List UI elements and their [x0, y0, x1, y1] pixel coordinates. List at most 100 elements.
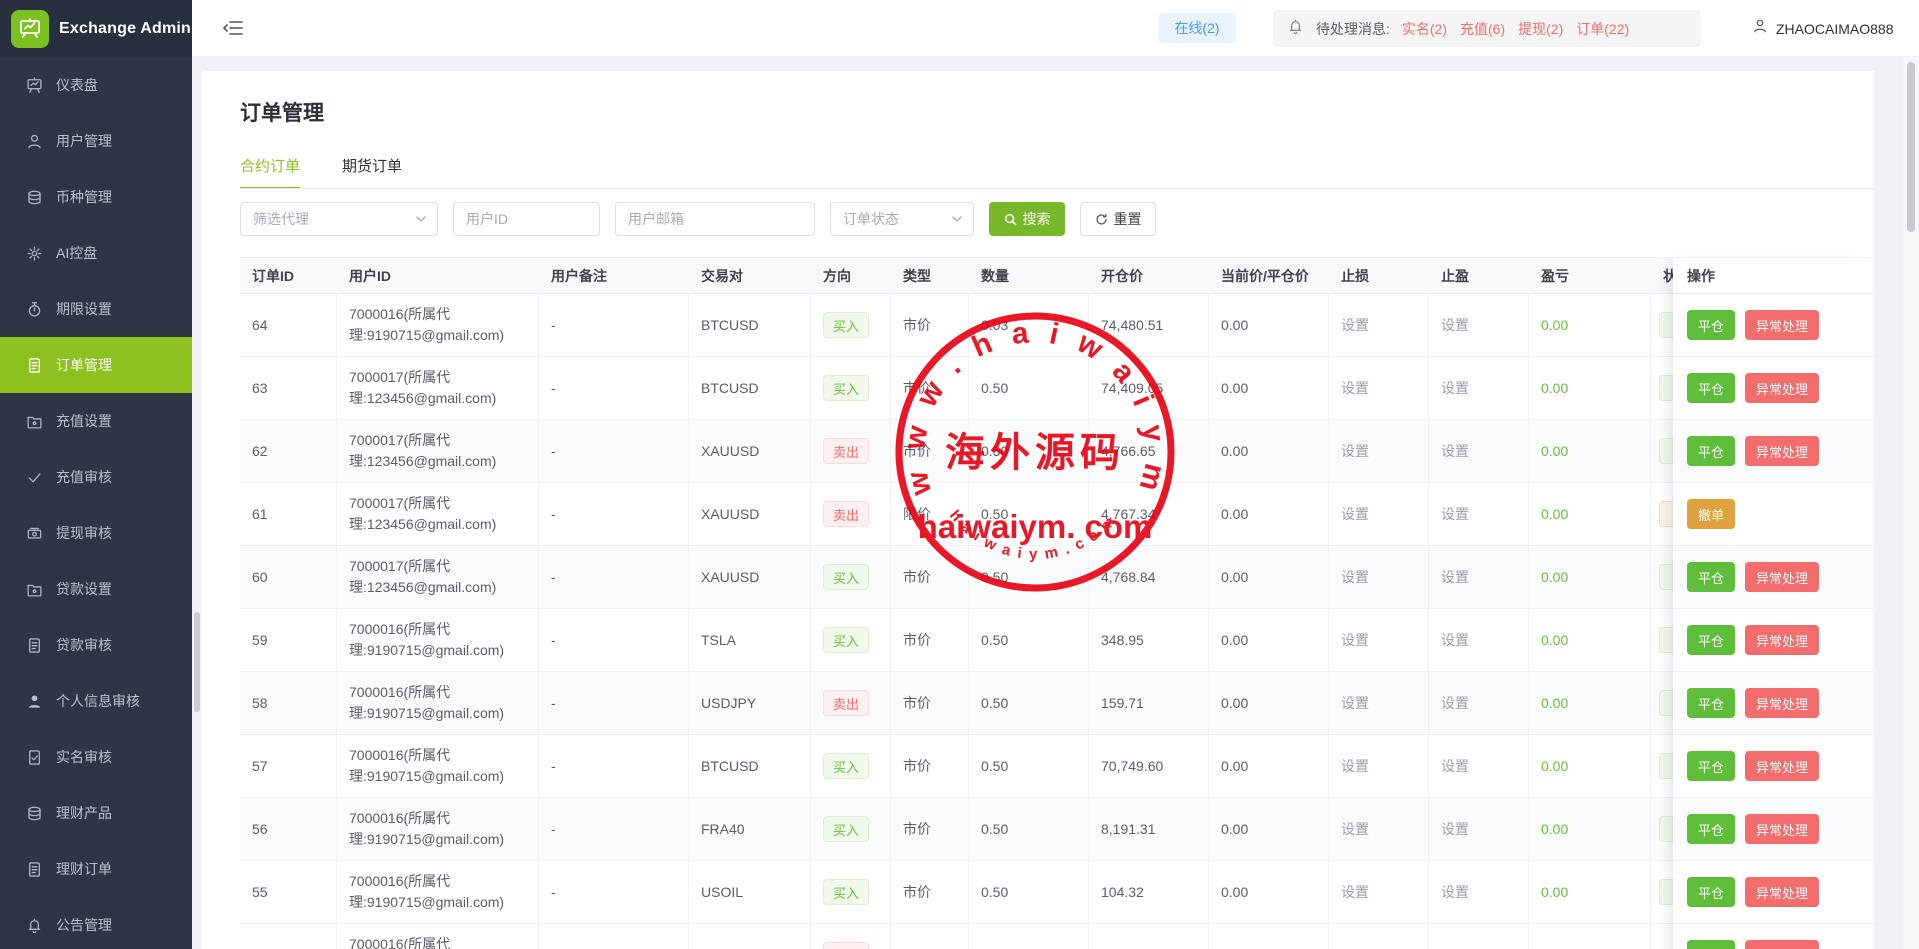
cell-stop-loss[interactable]	[1329, 924, 1429, 949]
exception-handle-button[interactable]: 异常处理	[1745, 751, 1819, 781]
direction-tag: 卖出	[823, 942, 869, 949]
exception-handle-button[interactable]: 异常处理	[1745, 940, 1819, 949]
message-link-1[interactable]: 充值(6)	[1460, 19, 1505, 39]
message-link-0[interactable]: 实名(2)	[1402, 19, 1447, 39]
cell-current-price: 0.00	[1209, 483, 1329, 545]
reset-button-label: 重置	[1114, 209, 1142, 229]
cell-stop-loss[interactable]: 设置	[1329, 798, 1429, 860]
cell-stop-loss[interactable]: 设置	[1329, 294, 1429, 356]
sidebar-item-11[interactable]: 个人信息审核	[0, 673, 192, 729]
sidebar-item-1[interactable]: 用户管理	[0, 113, 192, 169]
cell-take-profit[interactable]: 设置	[1429, 483, 1529, 545]
user-id-text: 7000017(所属代理:123456@gmail.com)	[349, 493, 496, 535]
cell-user-id: 7000016(所属代理:9190715@gmail.com)	[337, 294, 539, 356]
cell-stop-loss[interactable]: 设置	[1329, 861, 1429, 923]
sidebar-item-7[interactable]: 充值审核	[0, 449, 192, 505]
close-position-button[interactable]: 平仓	[1687, 562, 1735, 592]
cell-pnl: 0.00	[1529, 609, 1651, 671]
sidebar-item-3[interactable]: AI控盘	[0, 225, 192, 281]
cell-stop-loss[interactable]: 设置	[1329, 672, 1429, 734]
cell-stop-loss[interactable]: 设置	[1329, 483, 1429, 545]
exception-handle-button[interactable]: 异常处理	[1745, 373, 1819, 403]
cell-pair: XAUUSD	[689, 483, 811, 545]
close-position-button[interactable]: 平仓	[1687, 688, 1735, 718]
cell-take-profit[interactable]: 设置	[1429, 357, 1529, 419]
close-position-button[interactable]: 平仓	[1687, 310, 1735, 340]
agent-filter-select[interactable]: 筛选代理	[240, 202, 438, 236]
cell-current-price	[1209, 924, 1329, 949]
close-position-button[interactable]: 平仓	[1687, 751, 1735, 781]
message-link-3[interactable]: 订单(22)	[1576, 19, 1629, 39]
cell-take-profit[interactable]: 设置	[1429, 609, 1529, 671]
message-link-2[interactable]: 提现(2)	[1518, 19, 1563, 39]
reset-button[interactable]: 重置	[1080, 202, 1156, 236]
cell-user-id: 7000016(所属代理:9190715@gmail.com)	[337, 924, 539, 949]
exception-handle-button[interactable]: 异常处理	[1745, 688, 1819, 718]
close-position-button[interactable]: 平仓	[1687, 373, 1735, 403]
cell-take-profit[interactable]: 设置	[1429, 420, 1529, 482]
close-position-button[interactable]: 平仓	[1687, 436, 1735, 466]
close-position-button[interactable]: 平仓	[1687, 877, 1735, 907]
close-position-button[interactable]: 平仓	[1687, 814, 1735, 844]
exception-handle-button[interactable]: 异常处理	[1745, 436, 1819, 466]
direction-tag: 卖出	[823, 690, 869, 716]
exception-handle-button[interactable]: 异常处理	[1745, 562, 1819, 592]
column-header-1: 用户ID	[337, 258, 539, 293]
cell-take-profit[interactable]: 设置	[1429, 861, 1529, 923]
tab-contract-orders[interactable]: 合约订单	[240, 155, 300, 189]
sidebar-item-2[interactable]: 币种管理	[0, 169, 192, 225]
cell-order-id: 64	[240, 294, 337, 356]
user-id-input[interactable]	[453, 202, 600, 236]
exception-handle-button[interactable]: 异常处理	[1745, 310, 1819, 340]
cell-take-profit[interactable]: 设置	[1429, 294, 1529, 356]
cell-open-price: 8,191.31	[1089, 798, 1209, 860]
cell-stop-loss[interactable]: 设置	[1329, 420, 1429, 482]
cell-stop-loss[interactable]: 设置	[1329, 735, 1429, 797]
cell-remark: -	[539, 546, 689, 608]
exception-handle-button[interactable]: 异常处理	[1745, 877, 1819, 907]
exception-handle-button[interactable]: 异常处理	[1745, 625, 1819, 655]
cell-stop-loss[interactable]: 设置	[1329, 546, 1429, 608]
sidebar-item-0[interactable]: 仪表盘	[0, 57, 192, 113]
cell-pair: TSLA	[689, 609, 811, 671]
direction-tag: 买入	[823, 564, 869, 590]
sidebar-item-12[interactable]: 实名审核	[0, 729, 192, 785]
cell-stop-loss[interactable]: 设置	[1329, 357, 1429, 419]
cell-type	[891, 924, 969, 949]
cancel-order-button[interactable]: 撤单	[1687, 499, 1735, 529]
direction-tag: 买入	[823, 816, 869, 842]
close-position-button[interactable]: 平仓	[1687, 940, 1735, 949]
sidebar-item-8[interactable]: 提现审核	[0, 505, 192, 561]
close-position-button[interactable]: 平仓	[1687, 625, 1735, 655]
sidebar-scrollbar-thumb[interactable]	[194, 612, 200, 712]
cell-open-price: 4,767.34	[1089, 483, 1209, 545]
sidebar-scrollbar[interactable]	[192, 57, 202, 949]
cell-take-profit[interactable]	[1429, 924, 1529, 949]
page-scrollbar-thumb[interactable]	[1907, 62, 1915, 232]
order-status-select[interactable]: 订单状态	[830, 202, 974, 236]
sidebar-item-5[interactable]: 订单管理	[0, 337, 192, 393]
cell-qty: 0.50	[969, 861, 1089, 923]
collapse-menu-icon[interactable]	[223, 18, 245, 38]
exception-handle-button[interactable]: 异常处理	[1745, 814, 1819, 844]
sidebar-item-4[interactable]: 期限设置	[0, 281, 192, 337]
user-email-input[interactable]	[615, 202, 815, 236]
page-scrollbar[interactable]	[1903, 57, 1919, 949]
sidebar-item-10[interactable]: 贷款审核	[0, 617, 192, 673]
cell-take-profit[interactable]: 设置	[1429, 735, 1529, 797]
sidebar-item-6[interactable]: 充值设置	[0, 393, 192, 449]
cell-take-profit[interactable]: 设置	[1429, 798, 1529, 860]
cell-user-id: 7000017(所属代理:123456@gmail.com)	[337, 483, 539, 545]
sidebar-item-14[interactable]: 理财订单	[0, 841, 192, 897]
cell-direction: 买入	[811, 546, 891, 608]
cell-remark: -	[539, 861, 689, 923]
sidebar-item-9[interactable]: 贷款设置	[0, 561, 192, 617]
tab-futures-orders[interactable]: 期货订单	[342, 155, 402, 189]
cell-stop-loss[interactable]: 设置	[1329, 609, 1429, 671]
sidebar-item-15[interactable]: 公告管理	[0, 897, 192, 949]
cell-take-profit[interactable]: 设置	[1429, 546, 1529, 608]
search-button[interactable]: 搜索	[989, 202, 1065, 236]
current-user[interactable]: ZHAOCAIMAO888	[1752, 0, 1893, 57]
cell-take-profit[interactable]: 设置	[1429, 672, 1529, 734]
sidebar-item-13[interactable]: 理财产品	[0, 785, 192, 841]
